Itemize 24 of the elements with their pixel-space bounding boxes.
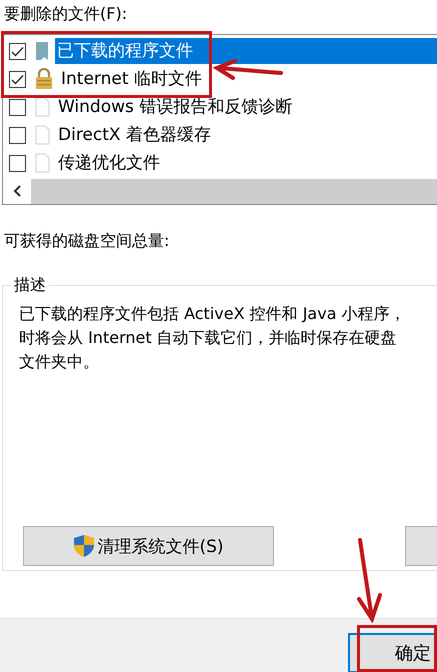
lock-icon — [35, 68, 53, 90]
checkbox[interactable] — [9, 126, 26, 144]
file-item[interactable]: 传递优化文件 — [56, 150, 437, 176]
file-item[interactable]: 已下载的程序文件 — [55, 38, 437, 64]
checkbox[interactable] — [9, 98, 26, 116]
document-icon — [35, 125, 50, 145]
checkbox[interactable] — [9, 154, 26, 172]
file-item[interactable]: DirectX 着色器缓存 — [56, 122, 437, 148]
group-title: 描述 — [13, 275, 47, 296]
annotation-arrow — [213, 59, 283, 81]
file-item[interactable]: Internet 临时文件 — [59, 66, 437, 92]
file-item[interactable]: Windows 错误报告和反馈诊断 — [56, 94, 437, 120]
book-icon — [35, 41, 49, 61]
description-text: 已下载的程序文件包括 ActiveX 控件和 Java 小程序， — [19, 303, 407, 325]
files-label: 要删除的文件(F): — [3, 3, 128, 25]
document-icon — [35, 97, 50, 117]
shield-icon — [73, 534, 96, 558]
description-text: 文件夹中。 — [19, 351, 100, 373]
checkbox[interactable] — [9, 70, 26, 88]
document-icon — [35, 153, 50, 173]
checkbox[interactable] — [9, 42, 26, 60]
space-label: 可获得的磁盘空间总量: — [3, 230, 170, 252]
clean-system-files-button[interactable]: 清理系统文件(S) — [23, 526, 274, 566]
description-text: 时将会从 Internet 自动下载它们，并临时保存在硬盘 — [19, 327, 398, 349]
